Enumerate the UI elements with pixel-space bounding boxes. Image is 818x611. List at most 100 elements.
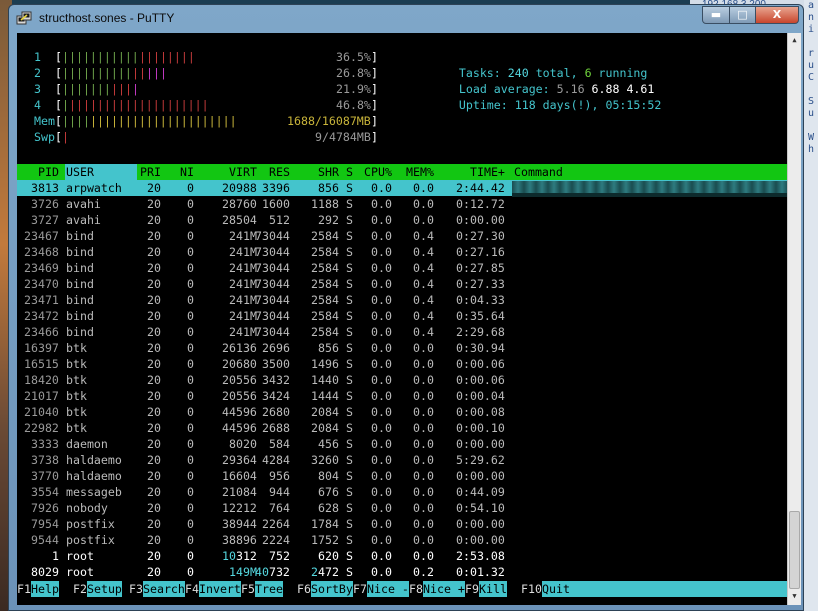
function-label-help[interactable]: Help — [31, 581, 59, 597]
background-window-char: h — [808, 144, 815, 155]
cell-ni: 0 — [187, 421, 194, 435]
function-key-f2[interactable]: F2 — [73, 581, 87, 597]
cell-virt: 20680 — [222, 357, 257, 371]
scroll-up-arrow-icon[interactable]: ▲ — [788, 33, 801, 47]
cell-res: 73044 — [255, 229, 290, 243]
cell-virt: 20556 — [222, 373, 257, 387]
function-key-f5[interactable]: F5 — [241, 581, 255, 597]
cell-cpu: 0.0 — [371, 213, 392, 227]
process-table-header[interactable]: PID USER PRI NI VIRT RES SHR S CPU% MEM% TIME+ Comm… — [17, 164, 787, 180]
table-row[interactable]: 23468 bind 20 0 241M 73044 2584 S 0.0 0.4 0:27.16 — [17, 244, 787, 260]
table-row[interactable]: 3738 haldaemo 20 0 29364 4284 3260 S 0.0 0.0 5:29.… — [17, 452, 787, 468]
cell-time: 0:27.30 — [456, 229, 505, 243]
table-row[interactable]: 9544 postfix 20 0 38896 2224 1752 S 0.0 0.0 0:00.0… — [17, 532, 787, 548]
table-row[interactable]: 3554 messageb 20 0 21084 944 676 S 0.0 0.0 0:44.09 — [17, 484, 787, 500]
table-row[interactable]: 23467 bind 20 0 241M 73044 2584 S 0.0 0.4 0:27.30 — [17, 228, 787, 244]
table-row[interactable]: 8029 root 20 0 149M 40732 2472 S 0.0 0.2 0:01.32 — [17, 564, 787, 580]
table-row[interactable]: 3726 avahi 20 0 28760 1600 1188 S 0.0 0.0 0:12.72 — [17, 196, 787, 212]
table-row[interactable]: 21040 btk 20 0 44596 2680 2084 S 0.0 0.0 0:00.08 — [17, 404, 787, 420]
cell-mem: 0.0 — [413, 213, 434, 227]
table-row[interactable]: 3333 daemon 20 0 8020 584 456 S 0.0 0.0 0:00.00 — [17, 436, 787, 452]
cell-mem: 0.0 — [413, 421, 434, 435]
scroll-down-arrow-icon[interactable]: ▼ — [788, 589, 801, 603]
table-row[interactable]: 3770 haldaemo 20 0 16604 956 804 S 0.0 0.0 0:00.00 — [17, 468, 787, 484]
function-label-tree[interactable]: Tree — [255, 581, 283, 597]
title-bar[interactable]: structhost.sones - PuTTY ▬ □ X — [9, 5, 803, 33]
cell-virt: 241M — [229, 261, 257, 275]
cell-ni: 0 — [187, 277, 194, 291]
table-row[interactable]: 23470 bind 20 0 241M 73044 2584 S 0.0 0.4 0:27.33 — [17, 276, 787, 292]
cell-state: S — [346, 501, 353, 515]
cell-time: 0:00.08 — [456, 405, 505, 419]
table-row[interactable]: 7954 postfix 20 0 38944 2264 1784 S 0.0 0.0 0:00.0… — [17, 516, 787, 532]
function-key-f8[interactable]: F8 — [409, 581, 423, 597]
cell-state: S — [346, 485, 353, 499]
background-window-char: u — [808, 60, 815, 71]
cpu-meter-1-value: 36.5% — [336, 50, 371, 64]
table-row[interactable]: 23471 bind 20 0 241M 73044 2584 S 0.0 0.4 0:04.33 — [17, 292, 787, 308]
table-row[interactable]: 23469 bind 20 0 241M 73044 2584 S 0.0 0.4 0:27.85 — [17, 260, 787, 276]
function-label-nice[interactable]: Nice + — [423, 581, 465, 597]
function-key-f3[interactable]: F3 — [129, 581, 143, 597]
cell-cpu: 0.0 — [371, 405, 392, 419]
table-row[interactable]: 23472 bind 20 0 241M 73044 2584 S 0.0 0.4 0:35.64 — [17, 308, 787, 324]
function-label-sortby[interactable]: SortBy — [311, 581, 353, 597]
cell-state: S — [346, 357, 353, 371]
putty-icon — [16, 11, 32, 25]
cpu-meter-4-value: 46.8% — [336, 98, 371, 112]
table-row[interactable]: 16397 btk 20 0 26136 2696 856 S 0.0 0.0 0:30.94 — [17, 340, 787, 356]
scroll-thumb[interactable] — [789, 511, 800, 589]
cell-ni: 0 — [187, 549, 194, 563]
table-row[interactable]: 3727 avahi 20 0 28504 512 292 S 0.0 0.0 0:00.00 — [17, 212, 787, 228]
table-row[interactable]: 22982 btk 20 0 44596 2688 2084 S 0.0 0.0 0:00.10 — [17, 420, 787, 436]
function-key-f1[interactable]: F1 — [17, 581, 31, 597]
cell-pid: 23471 — [24, 293, 59, 307]
table-row[interactable]: 23466 bind 20 0 241M 73044 2584 S 0.0 0.4 2:29.68 — [17, 324, 787, 340]
cell-mem: 0.4 — [413, 325, 434, 339]
cell-state: S — [346, 309, 353, 323]
cell-user: btk — [66, 357, 87, 371]
table-row[interactable]: 18420 btk 20 0 20556 3432 1440 S 0.0 0.0 0:00.06 — [17, 372, 787, 388]
cell-shr: 676 — [318, 485, 339, 499]
table-row[interactable]: 21017 btk 20 0 20556 3424 1444 S 0.0 0.0 0:00.04 — [17, 388, 787, 404]
background-window-strip: aniruCSuWh — [804, 0, 818, 611]
cell-shr: 2084 — [311, 421, 339, 435]
terminal-screen[interactable]: 1[||||||||||| |||||||| 36.5%] 2[|||||||||| |… — [17, 33, 787, 605]
function-key-f7[interactable]: F7 — [353, 581, 367, 597]
function-key-f9[interactable]: F9 — [465, 581, 479, 597]
table-row[interactable]: 7926 nobody 20 0 12212 764 628 S 0.0 0.0 0:54.10 — [17, 500, 787, 516]
minimize-button[interactable]: ▬ — [702, 6, 730, 24]
cell-ni: 0 — [187, 565, 194, 579]
function-label-nice[interactable]: Nice - — [367, 581, 409, 597]
table-row[interactable]: 16515 btk 20 0 20680 3500 1496 S 0.0 0.0 0:00.06 — [17, 356, 787, 372]
cell-time: 0:44.09 — [456, 485, 505, 499]
cpu-meter-4-label: 4 — [34, 98, 41, 112]
function-label-search[interactable]: Search — [143, 581, 185, 597]
function-label-quit[interactable]: Quit — [542, 581, 787, 597]
function-key-f6[interactable]: F6 — [297, 581, 311, 597]
function-label-setup[interactable]: Setup — [87, 581, 122, 597]
cell-mem: 0.0 — [413, 517, 434, 531]
function-key-f4[interactable]: F4 — [185, 581, 199, 597]
cell-pid: 3770 — [31, 469, 59, 483]
cell-virt: 241M — [229, 325, 257, 339]
background-window-char: n — [808, 12, 815, 23]
cell-mem: 0.4 — [413, 277, 434, 291]
maximize-button[interactable]: □ — [729, 6, 756, 24]
cell-cpu: 0.0 — [371, 325, 392, 339]
cell-shr: 1784 — [311, 517, 339, 531]
function-label-invert[interactable]: Invert — [199, 581, 241, 597]
cell-user: avahi — [66, 197, 101, 211]
window-title: structhost.sones - PuTTY — [39, 11, 175, 25]
cell-res: 4284 — [262, 453, 290, 467]
vertical-scrollbar[interactable]: ▲ ▼ — [787, 33, 801, 605]
function-key-f10[interactable]: F10 — [521, 581, 542, 597]
cell-pri: 20 — [147, 293, 161, 307]
function-label-kill[interactable]: Kill — [479, 581, 507, 597]
cell-ni: 0 — [187, 357, 194, 371]
table-row[interactable]: 1 root 20 0 10312 752 620 S 0.0 0.0 2:53.08 — [17, 548, 787, 564]
cell-cpu: 0.0 — [371, 517, 392, 531]
close-button[interactable]: X — [755, 6, 799, 24]
cell-shr: 620 — [318, 549, 339, 563]
cell-pid: 3333 — [31, 437, 59, 451]
